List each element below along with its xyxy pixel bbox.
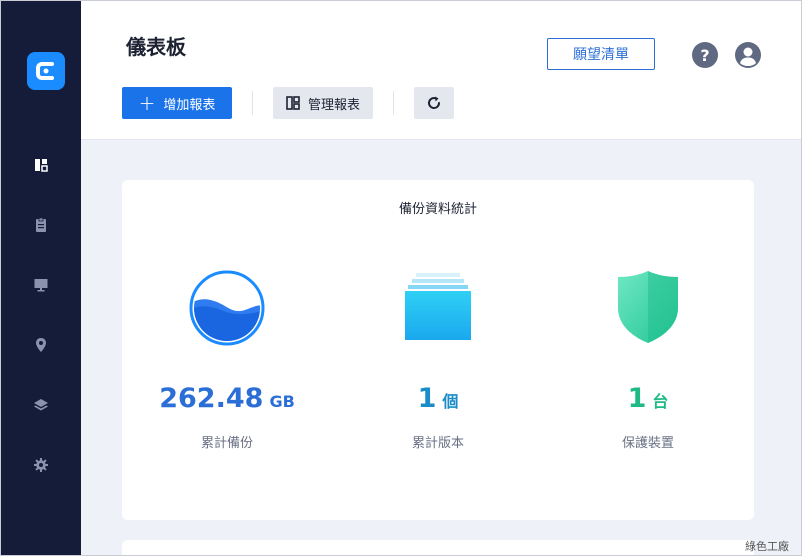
stat-unit: GB bbox=[269, 392, 295, 411]
plus-icon: + bbox=[138, 91, 156, 115]
page-title: 儀表板 bbox=[126, 35, 186, 59]
toolbar-divider bbox=[393, 91, 394, 115]
gear-icon bbox=[34, 458, 48, 472]
app-window: 儀表板 願望清單 ? + 增加報表 管理報表 備份資料統計 262.48 GB … bbox=[0, 0, 802, 556]
user-account-button[interactable] bbox=[735, 42, 761, 68]
stat-value: 1台 bbox=[548, 383, 748, 414]
add-report-button[interactable]: + 增加報表 bbox=[122, 87, 232, 119]
manage-report-button[interactable]: 管理報表 bbox=[273, 87, 373, 119]
stat-label: 累計版本 bbox=[411, 436, 464, 451]
wishlist-button[interactable]: 願望清單 bbox=[547, 38, 655, 70]
user-avatar-icon bbox=[735, 42, 761, 68]
dashboard-icon bbox=[35, 159, 48, 172]
top-header: 儀表板 願望清單 ? + 增加報表 管理報表 bbox=[81, 1, 801, 140]
sidebar bbox=[1, 1, 81, 555]
sidebar-item-layers[interactable] bbox=[1, 385, 81, 425]
stat-number: 262.48 bbox=[159, 383, 264, 414]
sidebar-item-tasks[interactable] bbox=[1, 205, 81, 245]
sidebar-item-devices[interactable] bbox=[1, 265, 81, 305]
refresh-icon bbox=[428, 96, 441, 109]
layers-icon bbox=[34, 399, 48, 411]
toolbar-divider bbox=[252, 91, 253, 115]
add-report-label: 增加報表 bbox=[163, 97, 216, 113]
water-gauge-icon bbox=[189, 270, 265, 346]
help-icon: ? bbox=[700, 45, 710, 65]
backup-stats-card: 備份資料統計 262.48 GB 累計備份 1 個 累計版本 1 台 保護裝置 bbox=[122, 180, 754, 520]
logo-icon bbox=[36, 62, 54, 80]
location-pin-icon bbox=[36, 338, 46, 352]
versions-stack-icon bbox=[405, 273, 471, 340]
refresh-button[interactable] bbox=[414, 87, 454, 119]
stat-total-backup: 262.48 GB 累計備份 bbox=[127, 180, 327, 520]
stat-value: 262.48 GB bbox=[127, 383, 327, 414]
secondary-card bbox=[122, 540, 754, 555]
stat-number: 1 bbox=[417, 383, 437, 414]
stat-protected-devices: 1台 保護裝置 bbox=[548, 180, 748, 520]
shield-icon bbox=[618, 271, 678, 343]
stat-unit: 個 bbox=[442, 392, 459, 411]
sidebar-item-location[interactable] bbox=[1, 325, 81, 365]
stat-number: 1 bbox=[627, 383, 647, 414]
stat-total-versions: 1個 累計版本 bbox=[338, 180, 538, 520]
sidebar-item-settings[interactable] bbox=[1, 445, 81, 485]
monitor-icon bbox=[34, 279, 48, 292]
stat-label: 累計備份 bbox=[200, 436, 253, 451]
watermark: 綠色工廠 bbox=[745, 540, 789, 553]
stat-unit: 台 bbox=[652, 392, 669, 411]
stat-value: 1個 bbox=[338, 383, 538, 414]
clipboard-icon bbox=[36, 217, 46, 232]
app-logo[interactable] bbox=[27, 52, 65, 90]
dashboard-layout-icon bbox=[286, 96, 300, 110]
sidebar-item-dashboard[interactable] bbox=[1, 145, 81, 185]
help-button[interactable]: ? bbox=[692, 42, 718, 68]
stat-label: 保護裝置 bbox=[621, 436, 674, 451]
manage-report-label: 管理報表 bbox=[307, 97, 360, 113]
